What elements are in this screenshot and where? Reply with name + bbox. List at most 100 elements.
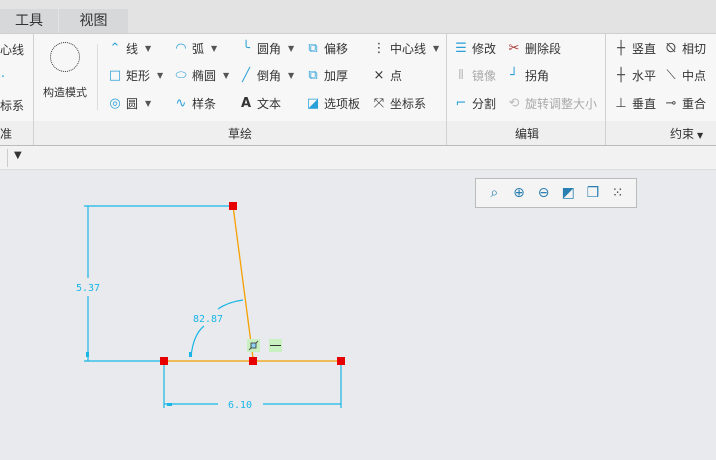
tab-tools[interactable]: 工具 (0, 9, 58, 33)
tangent-icon: ⦰ (665, 41, 677, 56)
angle-dimension-arc (217, 299, 244, 310)
corner-button[interactable]: ┘ 拐角 (506, 66, 549, 86)
zoom-in-icon[interactable]: ⊕ (510, 184, 528, 202)
view-toolbar: ⌕ ⊕ ⊖ ◩ ❒ ⁙ (475, 178, 637, 208)
horizontal-constraint-button[interactable]: ┼ 水平 (613, 66, 656, 86)
datum-point-button[interactable]: · (0, 68, 6, 88)
centerline-icon: ⋮ (372, 41, 386, 56)
display-style-icon[interactable]: ◩ (559, 184, 577, 202)
tangent-constraint-button[interactable]: ⦰ 相切 (663, 39, 706, 59)
dropdown-arrow-icon[interactable]: ▼ (288, 39, 294, 59)
group-label-sketch: 草绘 (228, 127, 253, 141)
sketch-display-filter-icon[interactable]: ⁙ (609, 184, 627, 202)
dimension-angle[interactable]: 82.87 (193, 314, 223, 325)
construction-mode-button[interactable]: 构造模式 (38, 40, 92, 100)
datum-centerline-button[interactable]: 心线 (0, 40, 24, 60)
dropdown-arrow-icon[interactable]: ▼ (223, 66, 229, 86)
fillet-button[interactable]: ╰ 圆角 ▼ (238, 39, 294, 59)
thicken-button[interactable]: ⧉ 加厚 (305, 66, 348, 86)
label: 圆 (126, 97, 139, 111)
line-button[interactable]: ⌃ 线 ▼ (107, 39, 152, 59)
label: 相切 (682, 42, 707, 56)
label: 弧 (192, 42, 205, 56)
modify-icon: ☰ (455, 41, 467, 56)
sketch-line-slanted (232, 205, 254, 359)
ribbon: 心线 · 标系 构造模式 ⌃ 线 ▼ □ 矩形 ▼ ◎ 圆 ▼ ◠ 弧 ▼ ⬭ 椭圆 ▼ ∿ 样条 ╰… (0, 33, 716, 121)
text-button[interactable]: A 文本 (238, 94, 281, 114)
zoom-out-icon[interactable]: ⊖ (535, 184, 553, 202)
saved-views-icon[interactable]: ❒ (584, 184, 602, 202)
dropdown-arrow-icon[interactable]: ▼ (433, 39, 439, 59)
mirror-icon: ⫴ (458, 68, 464, 83)
label: 心线 (0, 43, 25, 57)
label: 竖直 (632, 42, 657, 56)
dropdown-arrow-icon[interactable]: ▼ (157, 66, 163, 86)
palette-button[interactable]: ◪ 选项板 (305, 94, 360, 114)
horizontal-constraint-icon (269, 339, 282, 352)
toolbar-dropdown-icon[interactable]: ▼ (14, 150, 22, 161)
label: 标系 (0, 99, 25, 113)
perpendicular-constraint-button[interactable]: ⊥ 垂直 (613, 94, 656, 114)
coordinate-system-button[interactable]: ⤧ 坐标系 (371, 94, 426, 114)
rotate-resize-icon: ⟲ (508, 96, 520, 111)
divider (7, 149, 8, 167)
label: 矩形 (126, 69, 151, 83)
rotate-resize-button[interactable]: ⟲ 旋转调整大小 (506, 94, 597, 114)
midpoint-constraint-button[interactable]: ⟍ 中点 (663, 66, 706, 86)
angle-dimension-arc (190, 325, 205, 358)
divide-icon: ⌐ (455, 96, 467, 111)
chamfer-button[interactable]: ╱ 倒角 ▼ (238, 66, 294, 86)
secondary-toolbar: ▼ (0, 146, 716, 170)
label: 拐角 (525, 69, 550, 83)
horizontal-icon: ┼ (617, 68, 625, 83)
refit-icon[interactable]: ⌕ (485, 184, 503, 202)
group-label-edit: 编辑 (515, 127, 540, 141)
point-on-entity-constraint-icon (247, 339, 260, 352)
mirror-button[interactable]: ⫴ 镜像 (453, 66, 496, 86)
modify-button[interactable]: ☰ 修改 (453, 39, 496, 59)
dropdown-arrow-icon[interactable]: ▼ (145, 39, 151, 59)
spline-button[interactable]: ∿ 样条 (173, 94, 216, 114)
centerline-button[interactable]: ⋮ 中心线 ▼ (371, 39, 440, 59)
ellipse-button[interactable]: ⬭ 椭圆 ▼ (173, 66, 229, 86)
group-label-constraints[interactable]: 约束 ▼ (670, 125, 703, 142)
label: 旋转调整大小 (525, 97, 598, 111)
arc-button[interactable]: ◠ 弧 ▼ (173, 39, 217, 59)
delete-segment-button[interactable]: ✂ 删除段 (506, 39, 561, 59)
datum-csys-button[interactable]: 标系 (0, 96, 24, 116)
label: 偏移 (324, 42, 349, 56)
dimension-horizontal[interactable]: 6.10 (228, 400, 252, 411)
label: 椭圆 (192, 69, 217, 83)
rectangle-button[interactable]: □ 矩形 ▼ (107, 66, 163, 86)
label: 圆角 (257, 42, 282, 56)
label: 删除段 (525, 42, 562, 56)
dropdown-arrow-icon: ▼ (697, 131, 704, 140)
point-icon: · (0, 70, 6, 85)
spline-icon: ∿ (175, 96, 187, 111)
coincident-constraint-button[interactable]: ⊸ 重合 (663, 94, 706, 114)
text-icon: A (240, 96, 252, 111)
construction-mode-label: 构造模式 (43, 86, 87, 99)
coordinate-system-icon: ⤧ (373, 96, 385, 111)
label: 垂直 (632, 97, 657, 111)
offset-button[interactable]: ⧉ 偏移 (305, 39, 348, 59)
dropdown-arrow-icon[interactable]: ▼ (211, 39, 217, 59)
tab-view[interactable]: 视图 (59, 9, 128, 33)
circle-button[interactable]: ◎ 圆 ▼ (107, 94, 151, 114)
divide-button[interactable]: ⌐ 分割 (453, 94, 496, 114)
thicken-icon: ⧉ (308, 68, 318, 83)
point-button[interactable]: × 点 (371, 66, 402, 86)
dropdown-arrow-icon[interactable]: ▼ (288, 66, 294, 86)
fillet-icon: ╰ (242, 41, 250, 56)
sketch-point (337, 357, 345, 365)
vertical-constraint-button[interactable]: ┼ 竖直 (613, 39, 656, 59)
dimension-vertical[interactable]: 5.37 (76, 283, 100, 294)
divider (97, 44, 98, 110)
label: 重合 (682, 97, 707, 111)
vertical-icon: ┼ (617, 41, 625, 56)
label: 选项板 (324, 97, 361, 111)
dropdown-arrow-icon[interactable]: ▼ (145, 94, 151, 114)
label: 中点 (682, 69, 707, 83)
divider (446, 33, 447, 145)
ellipse-icon: ⬭ (175, 68, 187, 83)
